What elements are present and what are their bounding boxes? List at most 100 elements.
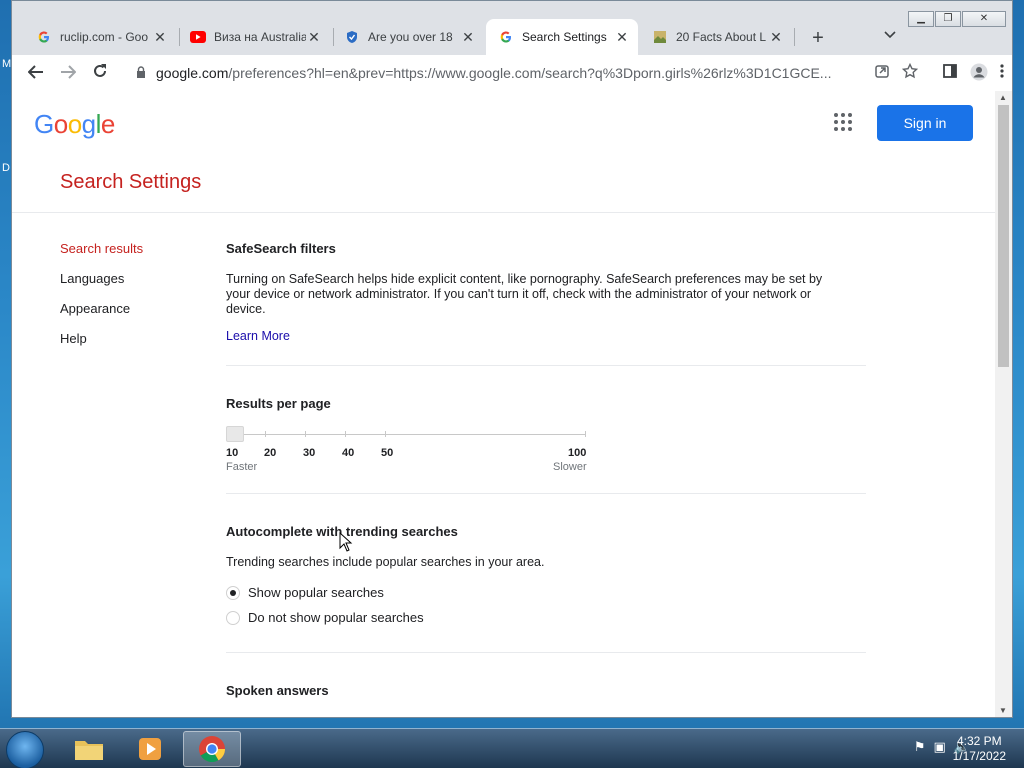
autocomplete-options: Show popular searches Do not show popula… (226, 580, 866, 630)
slider-tick (345, 431, 346, 437)
explorer-taskbar-icon[interactable] (60, 731, 118, 767)
action-center-flag-icon[interactable]: ⚑ (914, 739, 926, 755)
results-per-page-section: Results per page 10 20 30 40 50 100 Fast… (226, 396, 866, 473)
radio-hide-popular[interactable]: Do not show popular searches (226, 605, 866, 630)
slider-label: 20 (264, 447, 277, 459)
radio-button-unchecked[interactable] (226, 610, 240, 625)
desktop-label-m: M (2, 58, 12, 70)
slider-tick (385, 431, 386, 437)
slider-label: 40 (342, 447, 355, 459)
desktop-label-d: D (2, 162, 10, 174)
new-tab-button[interactable]: + (806, 27, 830, 50)
radio-button-checked[interactable] (226, 585, 240, 600)
tab-strip: ruclip.com - Goo ✕ Виза на Australia ✕ A… (12, 1, 1012, 55)
url-text: google.com/preferences?hl=en&prev=https:… (156, 65, 922, 81)
autocomplete-description: Trending searches include popular search… (226, 555, 545, 569)
browser-toolbar: google.com/preferences?hl=en&prev=https:… (12, 55, 1012, 91)
scrollbar-thumb[interactable] (998, 105, 1009, 367)
section-divider (226, 365, 866, 366)
chrome-taskbar-icon[interactable] (183, 731, 241, 767)
tab-divider (794, 28, 795, 46)
toolbar-actions (874, 62, 1004, 85)
page-scrollbar[interactable]: ▲ ▼ (995, 91, 1012, 717)
tab-title: 20 Facts About L (676, 30, 767, 44)
autocomplete-title: Autocomplete with trending searches (226, 524, 458, 539)
window-controls: ▁ ❐ ✕ (907, 11, 1006, 27)
close-window-icon[interactable]: ✕ (962, 11, 1006, 27)
google-g-icon (498, 29, 514, 45)
taskbar-clock[interactable]: 4:32 PM 1/17/2022 (953, 734, 1006, 764)
media-player-taskbar-icon[interactable] (121, 731, 179, 767)
logo-letter: o (53, 109, 68, 139)
radio-show-popular[interactable]: Show popular searches (226, 580, 866, 605)
tab-ruclip[interactable]: ruclip.com - Goo ✕ (24, 19, 176, 55)
google-g-icon (36, 29, 52, 45)
tab-visa[interactable]: Виза на Australia ✕ (178, 19, 330, 55)
spoken-answers-title: Spoken answers (226, 683, 329, 698)
radio-label: Do not show popular searches (248, 610, 424, 625)
tab-close-icon[interactable]: ✕ (768, 29, 784, 46)
tab-age-check[interactable]: Are you over 18 ✕ (332, 19, 484, 55)
share-icon[interactable] (874, 63, 890, 85)
youtube-icon (190, 29, 206, 45)
clock-date: 1/17/2022 (952, 749, 1006, 763)
clock-time: 4:32 PM (956, 734, 1002, 748)
scroll-down-icon[interactable]: ▼ (999, 706, 1007, 715)
tab-close-icon[interactable]: ✕ (460, 29, 476, 46)
slider-track (234, 434, 586, 435)
restore-icon[interactable]: ❐ (935, 11, 961, 27)
tab-close-icon[interactable]: ✕ (306, 29, 322, 46)
address-bar[interactable]: google.com/preferences?hl=en&prev=https:… (132, 59, 922, 87)
header-divider (12, 212, 995, 213)
settings-page: Google Sign in Search Settings Search re… (12, 91, 995, 717)
tab-close-icon[interactable]: ✕ (152, 29, 168, 46)
bookmark-star-icon[interactable] (901, 62, 919, 85)
tab-close-icon[interactable]: ✕ (614, 29, 630, 46)
network-icon[interactable]: ▣ (934, 739, 946, 755)
radio-label: Show popular searches (248, 585, 384, 600)
safesearch-section: SafeSearch filters Turning on SafeSearch… (226, 241, 866, 343)
back-arrow-icon[interactable] (20, 63, 52, 84)
url-path: /preferences?hl=en&prev=https://www.goog… (228, 65, 832, 81)
menu-kebab-icon[interactable] (1000, 63, 1004, 85)
slider-tick (585, 431, 586, 437)
reload-icon[interactable] (84, 63, 116, 84)
tab-search-settings[interactable]: Search Settings ✕ (486, 19, 638, 55)
logo-letter: G (34, 109, 54, 139)
profile-avatar-icon[interactable] (970, 63, 988, 85)
mouse-cursor-icon (339, 531, 353, 557)
slider-label: 30 (303, 447, 316, 459)
start-button-icon[interactable] (6, 731, 44, 768)
browser-window: ruclip.com - Goo ✕ Виза на Australia ✕ A… (11, 0, 1013, 718)
sign-in-button[interactable]: Sign in (877, 105, 973, 141)
google-apps-grid-icon[interactable] (834, 113, 852, 131)
logo-letter: e (100, 109, 115, 139)
logo-letter: o (67, 109, 82, 139)
slider-tick (305, 431, 306, 437)
sidebar-item-languages[interactable]: Languages (60, 271, 143, 301)
slider-label: 10 (226, 447, 239, 459)
slider-slower-caption: Slower (553, 461, 587, 473)
settings-content: SafeSearch filters Turning on SafeSearch… (226, 241, 866, 698)
sidebar-item-appearance[interactable]: Appearance (60, 301, 143, 331)
slider-handle[interactable] (226, 426, 244, 442)
learn-more-link[interactable]: Learn More (226, 329, 866, 343)
sidebar-item-search-results[interactable]: Search results (60, 241, 143, 271)
tab-search-chevron-icon[interactable] (884, 27, 896, 42)
slider-label: 50 (381, 447, 394, 459)
scroll-up-icon[interactable]: ▲ (999, 93, 1007, 102)
sidebar-item-help[interactable]: Help (60, 331, 143, 361)
lock-icon (136, 65, 146, 81)
results-per-page-title: Results per page (226, 396, 331, 411)
logo-letter: g (81, 109, 96, 139)
safesearch-title: SafeSearch filters (226, 241, 336, 256)
forward-arrow-icon[interactable] (52, 63, 84, 84)
tab-title: Search Settings (522, 30, 607, 44)
minimize-icon[interactable]: ▁ (908, 11, 934, 27)
results-per-page-slider[interactable]: 10 20 30 40 50 100 Faster Slower (226, 425, 588, 473)
google-logo[interactable]: Google (34, 109, 115, 140)
tab-facts[interactable]: 20 Facts About L ✕ (640, 19, 792, 55)
safesearch-description: Turning on SafeSearch helps hide explici… (226, 272, 823, 316)
side-panel-icon[interactable] (942, 63, 958, 85)
section-divider (226, 493, 866, 494)
